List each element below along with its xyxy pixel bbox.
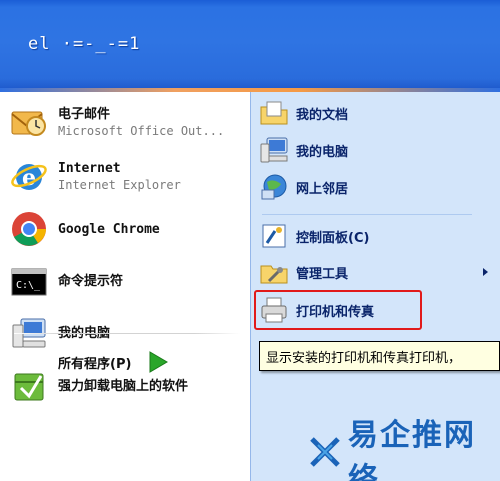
green-arrow-icon [145,349,171,375]
network-places-icon [258,171,290,203]
outlook-mail-icon [8,101,50,143]
left-pane-divider [14,333,240,334]
command-prompt-icon: C:\_ [8,260,50,302]
start-menu: el ·=-_-=1 电子邮件 Microsoft Office Out... … [0,0,500,481]
submenu-arrow-icon [483,268,488,276]
places-divider [262,214,472,215]
place-item-admin-tools[interactable]: 管理工具 [258,256,494,288]
internet-explorer-icon: e [8,155,50,197]
program-title: Internet [58,160,121,176]
user-name: el ·=-_-=1 [28,34,141,54]
start-menu-header: el ·=-_-=1 [0,0,500,92]
my-computer-icon [258,134,290,166]
svg-text:C:\_: C:\_ [16,280,41,291]
program-title: 电子邮件 [58,106,111,122]
program-item-chrome[interactable]: Google Chrome [8,205,248,253]
tooltip: 显示安装的打印机和传真打印机， [259,341,500,371]
all-programs-label: 所有程序(P) [58,356,132,372]
place-item-my-computer[interactable]: 我的电脑 [258,134,494,166]
program-title: 命令提示符 [58,273,124,289]
all-programs-button[interactable]: 所有程序(P) [58,345,171,379]
google-chrome-icon [8,208,50,250]
my-documents-icon [258,97,290,129]
place-item-my-documents[interactable]: 我的文档 [258,97,494,129]
watermark: 易企推网络 [308,418,500,481]
place-item-network[interactable]: 网上邻居 [258,171,494,203]
place-label: 控制面板(C) [296,230,370,246]
highlight-annotation [254,290,422,330]
place-label: 我的文档 [296,107,349,123]
program-title: Google Chrome [58,221,160,237]
program-item-cmd[interactable]: C:\_ 命令提示符 [8,257,248,305]
uninstall-software-icon [8,365,50,407]
admin-tools-icon [258,256,290,288]
watermark-text: 易企推网络 [348,418,476,481]
control-panel-icon [258,220,290,252]
place-label: 管理工具 [296,266,349,282]
program-item-email[interactable]: 电子邮件 Microsoft Office Out... [8,98,248,146]
program-item-internet[interactable]: e Internet Internet Explorer [8,152,248,200]
program-subtitle: Internet Explorer [58,177,181,192]
place-item-control-panel[interactable]: 控制面板(C) [258,220,494,252]
watermark-logo-icon [308,435,342,473]
program-title: 强力卸载电脑上的软件 [58,378,189,394]
place-label: 网上邻居 [296,181,349,197]
place-label: 我的电脑 [296,144,349,160]
program-subtitle: Microsoft Office Out... [58,123,225,138]
